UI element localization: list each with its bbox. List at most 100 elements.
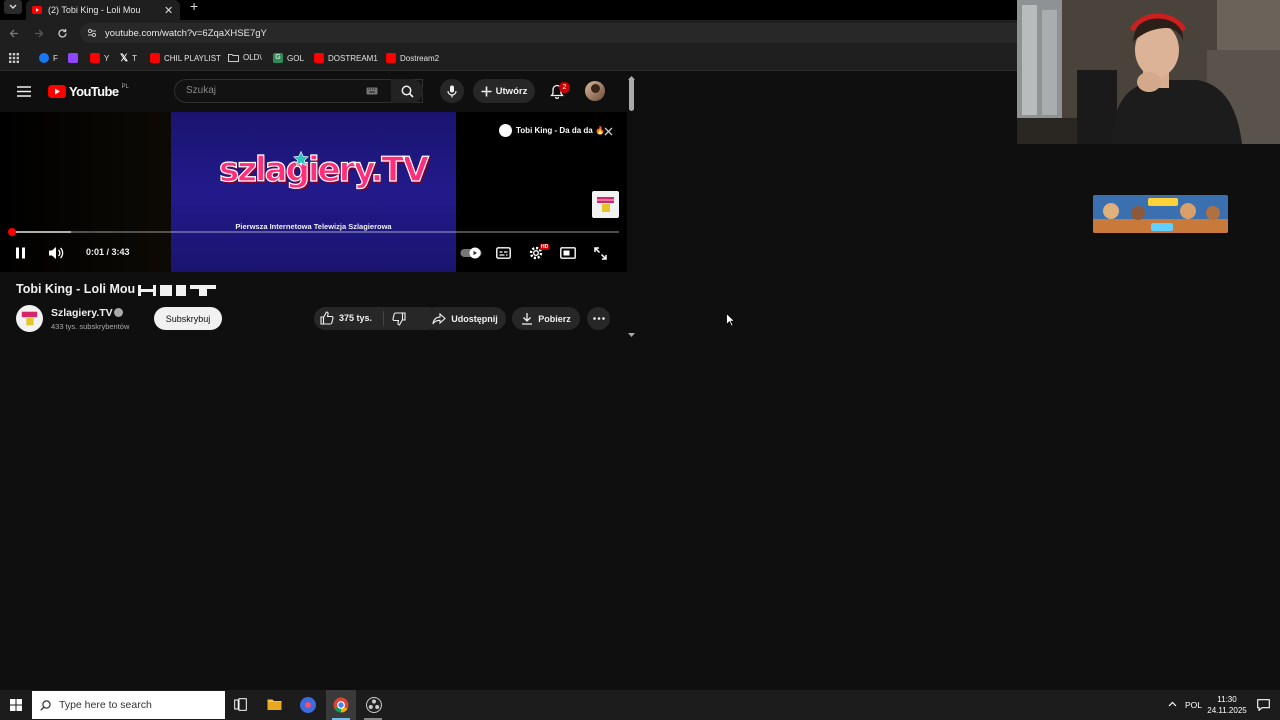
miniplayer-icon[interactable]: [560, 247, 576, 259]
fullscreen-icon[interactable]: [594, 247, 607, 260]
time-display: 0:01 / 3:43: [86, 247, 130, 257]
reload-icon[interactable]: [57, 28, 68, 39]
voice-search-button[interactable]: [440, 79, 464, 103]
title-emoji-glyphs: [138, 285, 216, 296]
page-scrollbar-thumb[interactable]: [629, 77, 634, 111]
search-icon: [40, 699, 51, 711]
bookmark-y[interactable]: Y: [90, 53, 109, 63]
sponsor-banner-image[interactable]: [1093, 195, 1228, 233]
clock-date: 24.11.2025: [1207, 706, 1247, 715]
autoplay-toggle-icon[interactable]: [460, 247, 482, 259]
file-explorer-icon[interactable]: [267, 698, 282, 711]
youtube-logo[interactable]: YouTube PL: [48, 84, 129, 99]
webcam-overlay: [1017, 0, 1280, 144]
menu-icon[interactable]: [17, 86, 31, 97]
search-button[interactable]: [391, 79, 423, 103]
bookmark-dostream1[interactable]: DOSTREAM1: [314, 53, 378, 63]
messenger-app-icon[interactable]: [300, 697, 316, 713]
subscribe-button[interactable]: Subskrybuj: [154, 307, 222, 330]
microphone-icon: [447, 85, 457, 97]
bookmark-chil-playlist[interactable]: CHIL PLAYLIST: [150, 53, 221, 63]
volume-icon[interactable]: [48, 246, 64, 260]
gol-icon: G: [273, 53, 283, 63]
youtube-icon: [150, 53, 160, 63]
plus-icon: [481, 86, 492, 96]
chrome-icon[interactable]: [333, 697, 349, 713]
video-tagline: Pierwsza Internetowa Telewizja Szlagiero…: [235, 222, 392, 231]
site-info-icon[interactable]: [87, 28, 97, 38]
new-tab-button[interactable]: +: [190, 0, 202, 16]
bookmark-gol[interactable]: G GOL: [273, 53, 304, 63]
taskbar-search-input[interactable]: Type here to search: [32, 691, 225, 719]
more-horizontal-icon: [592, 317, 605, 320]
show-hidden-icons-icon[interactable]: [1168, 701, 1177, 707]
input-language-indicator[interactable]: POL: [1185, 700, 1202, 710]
bookmark-twitch[interactable]: [68, 53, 78, 63]
search-placeholder: Szukaj: [186, 85, 217, 96]
video-frame[interactable]: [171, 112, 456, 272]
pause-icon[interactable]: [15, 247, 26, 259]
keyboard-icon[interactable]: [366, 87, 378, 95]
progress-buffered: [10, 231, 71, 233]
tab-close-button[interactable]: ✕: [164, 4, 173, 17]
youtube-logo-icon: [48, 85, 66, 98]
thumbs-down-icon[interactable]: [392, 312, 406, 326]
subtitles-icon[interactable]: [496, 247, 511, 259]
account-avatar[interactable]: [585, 81, 605, 101]
bookmark-dostream2[interactable]: Dostream2: [386, 53, 439, 63]
youtube-favicon-icon: [32, 6, 42, 14]
bookmark-f[interactable]: F: [39, 53, 58, 63]
like-button[interactable]: 375 tys.: [320, 311, 372, 325]
back-icon[interactable]: [9, 28, 20, 39]
youtube-icon: [90, 53, 100, 63]
youtube-icon: [314, 53, 324, 63]
subscriber-count: 433 tys. subskrybentów: [51, 322, 130, 331]
hd-badge: HD: [540, 244, 550, 250]
youtube-logo-text: YouTube: [69, 84, 119, 99]
progress-bar[interactable]: [10, 231, 619, 233]
share-button[interactable]: Udostępnij: [424, 307, 506, 330]
like-count: 375 tys.: [339, 313, 373, 323]
progress-scrubber-handle[interactable]: [8, 228, 16, 236]
apps-grid-icon[interactable]: [9, 53, 19, 63]
scroll-down-arrow-icon[interactable]: [628, 333, 635, 337]
video-brand-logo: szlagiery.TV: [218, 149, 429, 190]
task-view-icon[interactable]: [234, 698, 247, 711]
x-icon: 𝕏: [120, 53, 129, 64]
bookmark-folder-old[interactable]: OLD\: [228, 53, 262, 62]
youtube-icon: [386, 53, 396, 63]
create-button[interactable]: Utwórz: [473, 79, 535, 103]
szlagiery-logo-icon: [597, 197, 614, 212]
tab-search-button[interactable]: [4, 0, 22, 14]
clock-time: 11:30: [1217, 695, 1237, 704]
star-icon: [293, 151, 309, 166]
like-divider: [383, 311, 384, 326]
szlagiery-logo-icon: [21, 311, 38, 326]
bookmark-t[interactable]: 𝕏T: [120, 53, 137, 64]
mouse-cursor-icon: [726, 313, 735, 327]
taskbar-search-placeholder: Type here to search: [59, 699, 152, 711]
obs-studio-icon[interactable]: [366, 697, 382, 713]
share-icon: [432, 312, 447, 324]
channel-avatar[interactable]: [16, 305, 43, 332]
tab-title: (2) Tobi King - Loli Mou: [48, 5, 141, 15]
notifications-center-icon[interactable]: [1257, 699, 1270, 711]
channel-name[interactable]: Szlagiery.TV: [51, 307, 113, 319]
end-card-next-video[interactable]: Tobi King - Da da da 🔥: [499, 124, 605, 137]
channel-watermark[interactable]: [592, 191, 619, 218]
channel-mini-avatar: [499, 124, 512, 137]
chevron-down-icon: [9, 4, 17, 9]
scroll-up-arrow-icon[interactable]: [628, 76, 635, 80]
windows-start-icon[interactable]: [10, 699, 22, 711]
download-icon: [522, 313, 533, 325]
verified-badge-icon: [114, 308, 123, 317]
url-text: youtube.com/watch?v=6ZqaXHSE7gY: [105, 28, 267, 39]
more-actions-button[interactable]: [587, 307, 610, 330]
download-button[interactable]: Pobierz: [512, 307, 580, 330]
streamer-webcam-image: [1017, 0, 1280, 144]
forward-icon[interactable]: [33, 28, 44, 39]
twitch-icon: [68, 53, 78, 63]
close-icon[interactable]: [604, 127, 613, 136]
browser-tab[interactable]: (2) Tobi King - Loli Mou ✕: [26, 0, 180, 20]
system-clock[interactable]: 11:30 24.11.2025: [1206, 694, 1248, 716]
